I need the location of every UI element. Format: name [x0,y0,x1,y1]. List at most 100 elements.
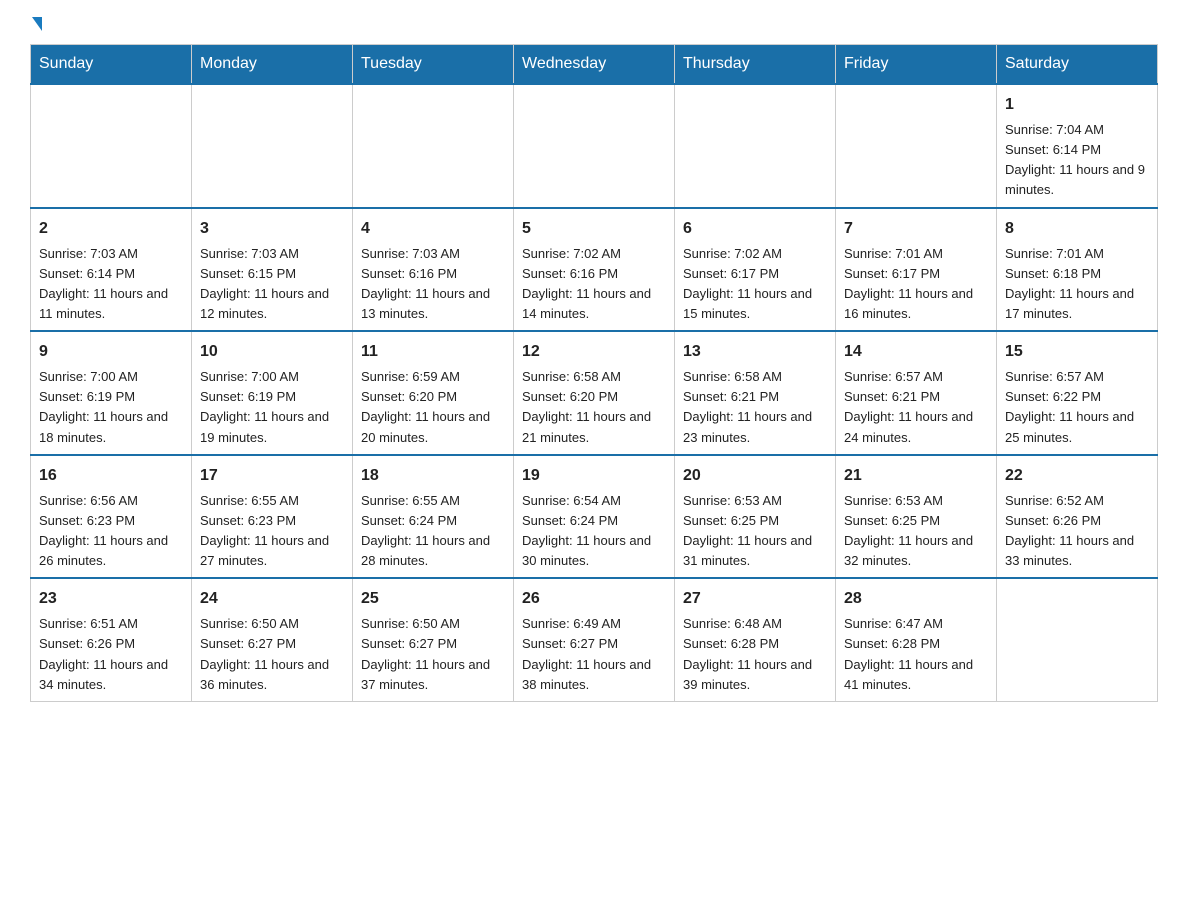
header-sunday: Sunday [31,45,192,85]
day-info: Sunrise: 6:55 AM Sunset: 6:24 PM Dayligh… [361,491,505,572]
calendar-cell: 16 Sunrise: 6:56 AM Sunset: 6:23 PM Dayli… [31,455,192,579]
day-number: 6 [683,217,827,241]
calendar-cell: 3 Sunrise: 7:03 AM Sunset: 6:15 PM Daylig… [192,208,353,332]
calendar-week-row: 16 Sunrise: 6:56 AM Sunset: 6:23 PM Dayli… [31,455,1158,579]
day-number: 14 [844,340,988,364]
calendar-cell: 7 Sunrise: 7:01 AM Sunset: 6:17 PM Daylig… [836,208,997,332]
calendar-cell: 11 Sunrise: 6:59 AM Sunset: 6:20 PM Dayli… [353,331,514,455]
calendar-cell [353,84,514,208]
calendar-cell: 23 Sunrise: 6:51 AM Sunset: 6:26 PM Dayli… [31,578,192,701]
logo [30,20,42,34]
day-info: Sunrise: 7:03 AM Sunset: 6:15 PM Dayligh… [200,244,344,325]
day-number: 15 [1005,340,1149,364]
day-info: Sunrise: 6:50 AM Sunset: 6:27 PM Dayligh… [200,614,344,695]
header-saturday: Saturday [997,45,1158,85]
day-info: Sunrise: 6:49 AM Sunset: 6:27 PM Dayligh… [522,614,666,695]
day-info: Sunrise: 7:00 AM Sunset: 6:19 PM Dayligh… [39,367,183,448]
day-number: 16 [39,464,183,488]
calendar-week-row: 2 Sunrise: 7:03 AM Sunset: 6:14 PM Daylig… [31,208,1158,332]
page-header [30,20,1158,34]
day-number: 5 [522,217,666,241]
day-number: 9 [39,340,183,364]
day-info: Sunrise: 6:58 AM Sunset: 6:20 PM Dayligh… [522,367,666,448]
day-info: Sunrise: 6:55 AM Sunset: 6:23 PM Dayligh… [200,491,344,572]
header-monday: Monday [192,45,353,85]
calendar-cell: 18 Sunrise: 6:55 AM Sunset: 6:24 PM Dayli… [353,455,514,579]
day-info: Sunrise: 7:00 AM Sunset: 6:19 PM Dayligh… [200,367,344,448]
calendar-cell: 12Sunrise: 6:58 AM Sunset: 6:20 PM Dayli… [514,331,675,455]
day-number: 19 [522,464,666,488]
day-number: 24 [200,587,344,611]
day-info: Sunrise: 7:01 AM Sunset: 6:18 PM Dayligh… [1005,244,1149,325]
day-number: 27 [683,587,827,611]
day-info: Sunrise: 6:59 AM Sunset: 6:20 PM Dayligh… [361,367,505,448]
day-info: Sunrise: 6:50 AM Sunset: 6:27 PM Dayligh… [361,614,505,695]
day-number: 8 [1005,217,1149,241]
calendar-header-row: SundayMondayTuesdayWednesdayThursdayFrid… [31,45,1158,85]
calendar-cell: 20 Sunrise: 6:53 AM Sunset: 6:25 PM Dayli… [675,455,836,579]
day-number: 18 [361,464,505,488]
calendar-cell: 26 Sunrise: 6:49 AM Sunset: 6:27 PM Dayli… [514,578,675,701]
day-info: Sunrise: 7:04 AM Sunset: 6:14 PM Dayligh… [1005,120,1149,201]
calendar-cell: 25 Sunrise: 6:50 AM Sunset: 6:27 PM Dayli… [353,578,514,701]
calendar-cell: 14 Sunrise: 6:57 AM Sunset: 6:21 PM Dayli… [836,331,997,455]
logo-arrow-icon [32,17,42,31]
day-number: 7 [844,217,988,241]
day-number: 20 [683,464,827,488]
calendar-cell [192,84,353,208]
day-number: 2 [39,217,183,241]
day-number: 1 [1005,93,1149,117]
day-info: Sunrise: 7:03 AM Sunset: 6:16 PM Dayligh… [361,244,505,325]
calendar-cell: 13 Sunrise: 6:58 AM Sunset: 6:21 PM Dayli… [675,331,836,455]
calendar-cell: 9 Sunrise: 7:00 AM Sunset: 6:19 PM Daylig… [31,331,192,455]
day-info: Sunrise: 6:47 AM Sunset: 6:28 PM Dayligh… [844,614,988,695]
day-info: Sunrise: 7:02 AM Sunset: 6:16 PM Dayligh… [522,244,666,325]
day-number: 25 [361,587,505,611]
day-number: 4 [361,217,505,241]
calendar-cell [836,84,997,208]
calendar-cell: 4 Sunrise: 7:03 AM Sunset: 6:16 PM Daylig… [353,208,514,332]
calendar-cell: 2 Sunrise: 7:03 AM Sunset: 6:14 PM Daylig… [31,208,192,332]
day-info: Sunrise: 6:51 AM Sunset: 6:26 PM Dayligh… [39,614,183,695]
day-info: Sunrise: 6:48 AM Sunset: 6:28 PM Dayligh… [683,614,827,695]
calendar-cell: 10 Sunrise: 7:00 AM Sunset: 6:19 PM Dayli… [192,331,353,455]
calendar-cell: 27 Sunrise: 6:48 AM Sunset: 6:28 PM Dayli… [675,578,836,701]
calendar-cell: 15 Sunrise: 6:57 AM Sunset: 6:22 PM Dayli… [997,331,1158,455]
day-number: 11 [361,340,505,364]
day-number: 26 [522,587,666,611]
day-number: 21 [844,464,988,488]
day-info: Sunrise: 6:53 AM Sunset: 6:25 PM Dayligh… [683,491,827,572]
header-tuesday: Tuesday [353,45,514,85]
day-info: Sunrise: 6:56 AM Sunset: 6:23 PM Dayligh… [39,491,183,572]
day-info: Sunrise: 6:54 AM Sunset: 6:24 PM Dayligh… [522,491,666,572]
day-info: Sunrise: 7:02 AM Sunset: 6:17 PM Dayligh… [683,244,827,325]
calendar-cell [997,578,1158,701]
day-number: 23 [39,587,183,611]
day-info: Sunrise: 6:52 AM Sunset: 6:26 PM Dayligh… [1005,491,1149,572]
day-number: 22 [1005,464,1149,488]
day-number: 10 [200,340,344,364]
day-number: 17 [200,464,344,488]
calendar-cell [675,84,836,208]
calendar-week-row: 1 Sunrise: 7:04 AM Sunset: 6:14 PM Daylig… [31,84,1158,208]
calendar-cell: 17 Sunrise: 6:55 AM Sunset: 6:23 PM Dayli… [192,455,353,579]
calendar-cell: 6 Sunrise: 7:02 AM Sunset: 6:17 PM Daylig… [675,208,836,332]
day-info: Sunrise: 7:01 AM Sunset: 6:17 PM Dayligh… [844,244,988,325]
day-info: Sunrise: 6:53 AM Sunset: 6:25 PM Dayligh… [844,491,988,572]
day-info: Sunrise: 6:57 AM Sunset: 6:21 PM Dayligh… [844,367,988,448]
calendar-cell: 28 Sunrise: 6:47 AM Sunset: 6:28 PM Dayli… [836,578,997,701]
calendar-cell: 24 Sunrise: 6:50 AM Sunset: 6:27 PM Dayli… [192,578,353,701]
calendar-cell: 8 Sunrise: 7:01 AM Sunset: 6:18 PM Daylig… [997,208,1158,332]
calendar-week-row: 9 Sunrise: 7:00 AM Sunset: 6:19 PM Daylig… [31,331,1158,455]
day-number: 28 [844,587,988,611]
day-info: Sunrise: 6:58 AM Sunset: 6:21 PM Dayligh… [683,367,827,448]
day-info: Sunrise: 7:03 AM Sunset: 6:14 PM Dayligh… [39,244,183,325]
calendar-cell: 19 Sunrise: 6:54 AM Sunset: 6:24 PM Dayli… [514,455,675,579]
header-friday: Friday [836,45,997,85]
day-number: 3 [200,217,344,241]
day-number: 13 [683,340,827,364]
calendar-cell: 1 Sunrise: 7:04 AM Sunset: 6:14 PM Daylig… [997,84,1158,208]
header-wednesday: Wednesday [514,45,675,85]
header-thursday: Thursday [675,45,836,85]
day-info: Sunrise: 6:57 AM Sunset: 6:22 PM Dayligh… [1005,367,1149,448]
